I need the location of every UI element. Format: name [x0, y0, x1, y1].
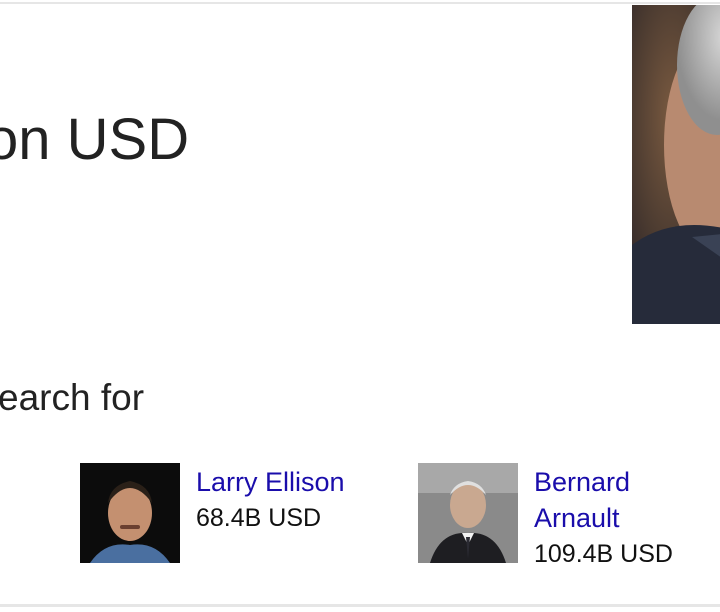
top-divider [0, 2, 720, 4]
person-net-worth: 109.4B USD [534, 540, 673, 568]
person-photo[interactable] [418, 463, 518, 563]
knowledge-panel: on USD earch for Larry Ellison 68.4B USD… [0, 0, 720, 612]
person-card-larry-ellison[interactable]: Larry Ellison 68.4B USD [80, 463, 345, 563]
person-card-bernard-arnault[interactable]: Bernard Arnault 109.4B USD [418, 463, 674, 572]
net-worth-headline: on USD [0, 107, 190, 172]
subject-photo[interactable] [632, 5, 720, 324]
person-name-link[interactable]: Bernard Arnault [534, 464, 674, 536]
person-name-link[interactable]: Larry Ellison [196, 464, 345, 500]
person-photo[interactable] [80, 463, 180, 563]
people-also-search-heading: earch for [0, 377, 145, 418]
person-net-worth: 68.4B USD [196, 504, 322, 532]
bottom-divider [0, 604, 720, 607]
